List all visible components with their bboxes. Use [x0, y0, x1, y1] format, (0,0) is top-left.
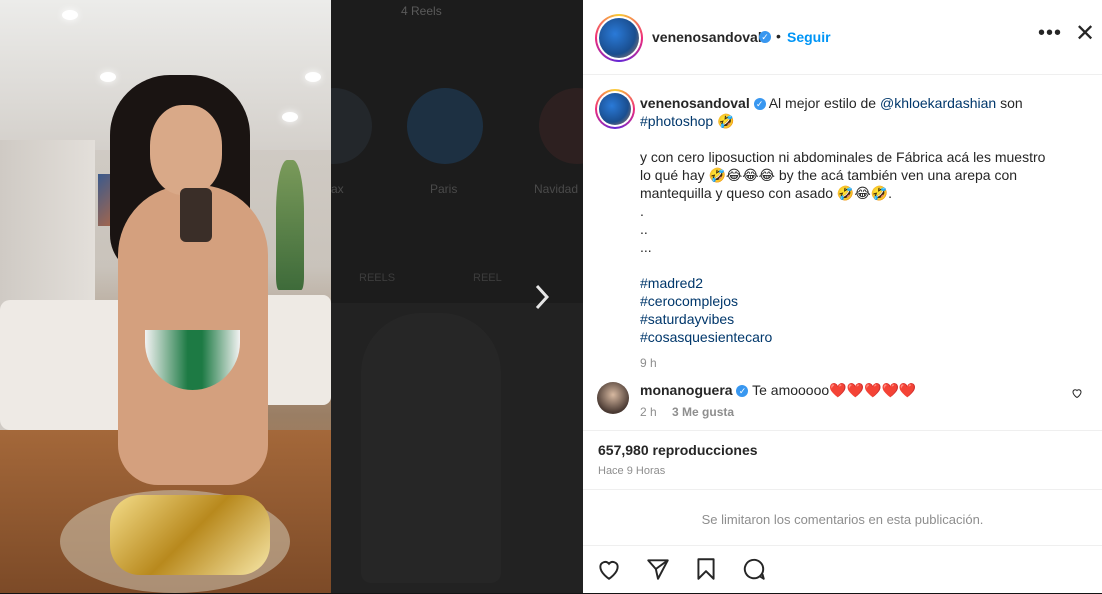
author-username[interactable]: venenosandoval	[652, 29, 762, 45]
post-stats: 657,980 reproducciones Hace 9 Horas	[583, 430, 1102, 489]
bg-tab: REEL	[473, 272, 502, 284]
comment-meta: 2 h 3 Me gusta	[640, 405, 734, 419]
caption-paragraph: y con cero liposuction ni abdominales de…	[640, 149, 1046, 201]
commenter-avatar[interactable]	[597, 382, 629, 414]
follow-button[interactable]: Seguir	[787, 29, 831, 45]
comment-likes[interactable]: 3 Me gusta	[672, 405, 734, 419]
chevron-right-icon	[535, 284, 550, 310]
caption-section: venenosandoval ✓ Al mejor estilo de @khl…	[583, 75, 1102, 430]
caption-dot: ..	[640, 221, 648, 237]
ceiling-light	[62, 10, 78, 20]
comment-text: Te amooooo❤️❤️❤️❤️❤️	[752, 382, 917, 398]
hashtag-link[interactable]: #photoshop	[640, 113, 713, 129]
more-options-icon[interactable]: •••	[1038, 22, 1062, 45]
comment-body: monanoguera ✓ Te amooooo❤️❤️❤️❤️❤️	[640, 382, 916, 399]
post-caption: venenosandoval ✓ Al mejor estilo de @khl…	[640, 94, 1060, 372]
share-button[interactable]	[645, 556, 671, 582]
caption-after-mention: son	[1000, 95, 1023, 111]
comment-icon	[743, 558, 765, 580]
save-button[interactable]	[693, 556, 719, 582]
comments-limited-notice: Se limitaron los comentarios en esta pub…	[583, 489, 1102, 545]
post-header: venenosandoval ✓ • Seguir ••• ✕	[583, 0, 1102, 75]
bg-highlight-label: Navidad	[534, 182, 579, 196]
caption-avatar[interactable]	[595, 89, 635, 129]
post-video[interactable]	[0, 0, 331, 593]
bg-highlight	[539, 88, 583, 164]
verified-icon: ✓	[753, 98, 766, 111]
bookmark-icon	[697, 558, 715, 580]
verified-icon: ✓	[759, 31, 771, 43]
bg-top-label: 4 Reels	[401, 4, 442, 18]
caption-time: 9 h	[640, 356, 657, 370]
plant	[276, 160, 304, 290]
action-bar	[583, 545, 1102, 594]
caption-username[interactable]: venenosandoval	[640, 95, 750, 111]
send-icon	[647, 559, 669, 580]
bg-photo	[331, 303, 583, 593]
like-button[interactable]	[596, 556, 622, 582]
bg-highlight	[407, 88, 483, 164]
post-age: Hace 9 Horas	[598, 465, 666, 477]
next-post-button[interactable]	[529, 280, 555, 314]
heart-icon	[599, 561, 619, 580]
author-avatar[interactable]	[595, 14, 643, 62]
view-count[interactable]: 657,980 reproducciones	[598, 442, 758, 458]
ceiling-light	[100, 72, 116, 82]
close-icon[interactable]: ✕	[1075, 22, 1095, 46]
hashtag-list: #madred2 #cerocomplejos #saturdayvibes #…	[640, 274, 1060, 346]
comment-item: monanoguera ✓ Te amooooo❤️❤️❤️❤️❤️ 2 h 3…	[583, 379, 1102, 429]
caption-emoji: 🤣	[717, 113, 735, 129]
comments-limited-text: Se limitaron los comentarios en esta pub…	[701, 512, 984, 527]
gold-ornament	[110, 495, 270, 575]
phone	[180, 188, 212, 242]
commenter-username[interactable]: monanoguera	[640, 382, 733, 398]
comment-button[interactable]	[741, 556, 767, 582]
comment-time: 2 h	[640, 405, 657, 419]
sofa	[0, 300, 130, 430]
ceiling-light	[282, 112, 298, 122]
bg-tab: REELS	[359, 272, 396, 284]
separator-dot: •	[776, 28, 781, 44]
hashtag-link[interactable]: #cosasquesientecaro	[640, 328, 1060, 346]
caption-dot: ...	[640, 239, 652, 255]
bg-highlight-label: Paris	[430, 182, 458, 196]
heart-icon	[1072, 389, 1082, 399]
heart-icon[interactable]	[1071, 387, 1083, 402]
person-face	[150, 105, 222, 195]
caption-dot: .	[640, 203, 644, 219]
caption-lead: Al mejor estilo de	[768, 95, 877, 111]
hashtag-link[interactable]: #madred2	[640, 274, 1060, 292]
mention-link[interactable]: @khloekardashian	[880, 95, 996, 111]
post-detail-panel: venenosandoval ✓ • Seguir ••• ✕ venenosa…	[583, 0, 1102, 593]
verified-icon: ✓	[736, 385, 749, 398]
bg-highlight-label: ax	[331, 182, 344, 196]
hashtag-link[interactable]: #saturdayvibes	[640, 310, 1060, 328]
ceiling-light	[305, 72, 321, 82]
hashtag-link[interactable]: #cerocomplejos	[640, 292, 1060, 310]
bg-highlight	[331, 88, 372, 164]
